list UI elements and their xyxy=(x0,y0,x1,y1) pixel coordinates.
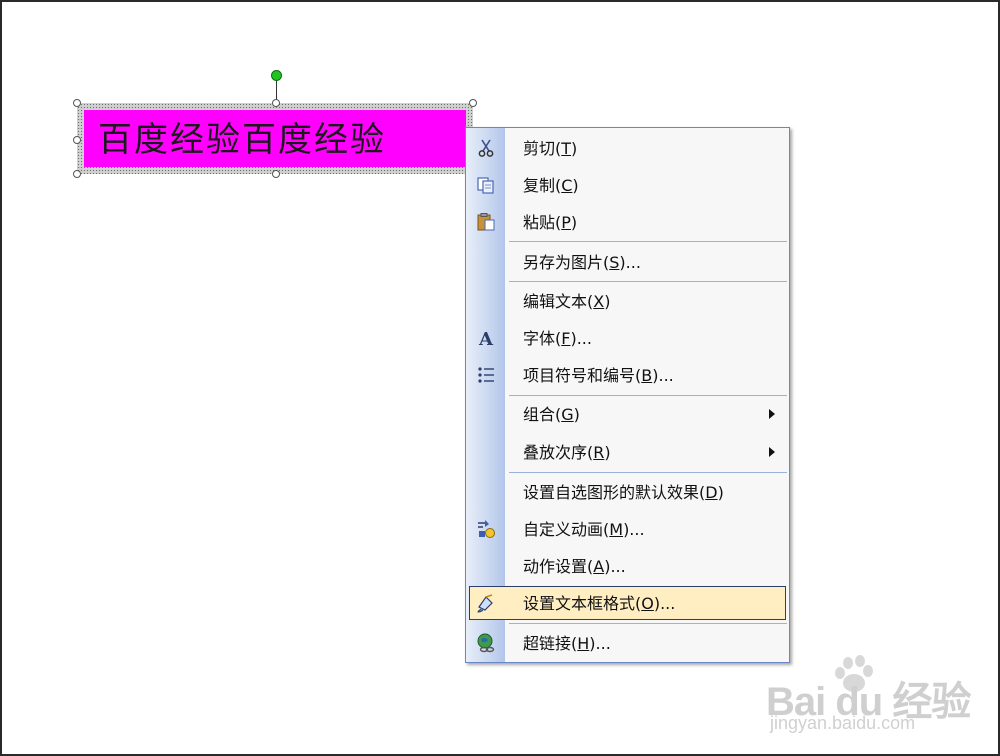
menu-separator xyxy=(509,241,787,242)
resize-handle-top-left[interactable] xyxy=(73,99,81,107)
menu-item-set-autoshape-defaults[interactable]: 设置自选图形的默认效果(D) xyxy=(466,474,789,511)
svg-text:A: A xyxy=(478,329,494,348)
resize-handle-top[interactable] xyxy=(272,99,280,107)
hyperlink-icon xyxy=(477,633,495,653)
resize-handle-bottom[interactable] xyxy=(272,170,280,178)
bullets-icon xyxy=(478,367,494,383)
font-icon: A xyxy=(478,329,494,348)
menu-item-save-as-picture[interactable]: 另存为图片(S)... xyxy=(466,244,789,281)
resize-handle-top-right[interactable] xyxy=(469,99,477,107)
menu-item-bullets-numbering[interactable]: 项目符号和编号(B)... xyxy=(466,357,789,394)
rotation-handle[interactable] xyxy=(271,70,282,81)
menu-separator xyxy=(509,281,787,282)
textbox-text[interactable]: 百度经验百度经验 xyxy=(98,118,458,162)
menu-item-hyperlink[interactable]: 超链接(H)... xyxy=(466,625,789,662)
menu-item-copy[interactable]: 复制(C) xyxy=(466,167,789,204)
menu-item-order[interactable]: 叠放次序(R) xyxy=(466,434,789,471)
menu-item-custom-animation[interactable]: 自定义动画(M)... xyxy=(466,511,789,548)
resize-handle-left[interactable] xyxy=(73,136,81,144)
format-textbox-icon xyxy=(477,594,493,613)
menu-item-action-settings[interactable]: 动作设置(A)... xyxy=(466,548,789,585)
menu-item-group[interactable]: 组合(G) xyxy=(466,396,789,433)
menu-item-paste[interactable]: 粘贴(P) xyxy=(466,204,789,241)
copy-icon xyxy=(477,177,494,194)
menu-item-edit-text[interactable]: 编辑文本(X) xyxy=(466,283,789,320)
menu-item-format-textbox[interactable]: 设置文本框格式(O)... xyxy=(466,585,789,622)
resize-handle-bottom-left[interactable] xyxy=(73,170,81,178)
submenu-arrow-icon xyxy=(769,447,775,457)
custom-animation-icon xyxy=(478,520,495,538)
scissors-icon xyxy=(478,139,494,157)
menu-item-cut[interactable]: 剪切(T) xyxy=(466,130,789,167)
menu-separator xyxy=(509,472,787,473)
baidu-watermark: Bai du 经验 jingyan.baidu.com xyxy=(766,655,971,735)
context-menu: 剪切(T) 复制(C) 粘贴(P) 另存为图片(S)... 编辑文本(X) A xyxy=(465,127,790,663)
submenu-arrow-icon xyxy=(769,409,775,419)
menu-separator xyxy=(509,623,787,624)
watermark-url: jingyan.baidu.com xyxy=(770,713,916,733)
paste-icon xyxy=(477,213,495,231)
menu-item-font[interactable]: A 字体(F)... xyxy=(466,320,789,357)
